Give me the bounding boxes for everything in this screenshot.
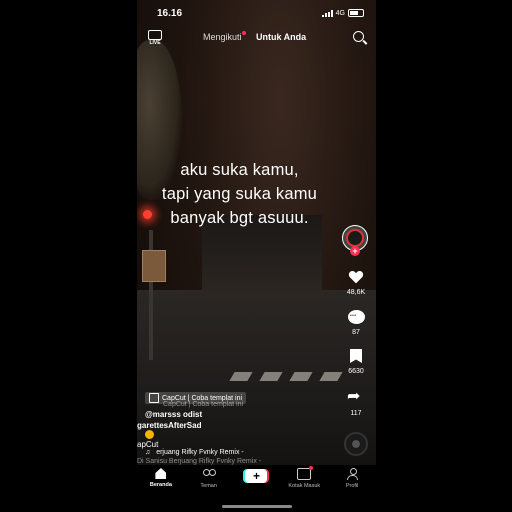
network-label: 4G <box>335 9 345 17</box>
friends-icon <box>202 468 216 480</box>
nav-home[interactable]: Beranda <box>139 468 183 488</box>
inbox-notification-dot <box>309 466 314 470</box>
search-icon[interactable] <box>353 31 364 42</box>
music-ticker[interactable]: ♫ erjuang Rifky Fvnky Remix - <box>145 449 244 456</box>
caption-line: aku suka kamu, <box>180 161 299 179</box>
post-description: garettesAfterSad <box>137 421 202 430</box>
heart-icon[interactable] <box>348 270 364 284</box>
follow-button[interactable]: + <box>350 246 360 256</box>
notification-dot <box>241 31 246 35</box>
nav-profile[interactable]: Profil <box>330 468 374 489</box>
street-sign <box>142 250 166 282</box>
live-label: LIVE <box>149 40 161 46</box>
nav-inbox[interactable]: Kotak Masuk <box>282 466 326 489</box>
top-nav: LIVE Mengikuti Untuk Anda <box>137 30 376 46</box>
music-disc-icon[interactable] <box>344 432 368 456</box>
comment-icon[interactable] <box>348 310 365 324</box>
emoji-icon <box>145 430 154 439</box>
tab-following[interactable]: Mengikuti <box>203 31 246 42</box>
live-button[interactable]: LIVE <box>147 30 163 46</box>
tab-following-label: Mengikuti <box>203 32 242 42</box>
capcut-ghost-text: CapCut | Coba templat ini <box>163 401 244 408</box>
post-description-tag: apCut <box>137 440 159 449</box>
share-icon[interactable]: ➦ <box>347 389 360 405</box>
creator-username[interactable]: @marsss odist <box>145 410 202 419</box>
signal-icon <box>321 9 333 17</box>
nav-profile-label: Profil <box>345 483 359 489</box>
music-ghost-text: Di Sanisu Berjuang Rifky Fvnky Remix - <box>137 458 262 465</box>
nav-friends-label: Teman <box>200 483 217 489</box>
status-indicators: 4G <box>321 9 364 17</box>
video-background-ground <box>137 290 376 465</box>
nav-inbox-label: Kotak Masuk <box>288 483 321 489</box>
tab-for-you[interactable]: Untuk Anda <box>256 32 306 42</box>
share-count: 117 <box>350 410 362 417</box>
music-note-icon: ♫ <box>145 449 151 456</box>
music-title: erjuang Rifky Fvnky Remix - <box>156 449 244 456</box>
nav-friends[interactable]: Teman <box>187 468 231 489</box>
like-count: 48,6K <box>346 289 366 296</box>
battery-icon <box>348 9 364 17</box>
comment-count: 87 <box>352 329 360 336</box>
inbox-icon <box>297 466 314 480</box>
caption-line: banyak bgt asuuu. <box>170 209 309 227</box>
video-feed[interactable]: 16.16 4G LIVE Mengikuti Untuk Anda aku s… <box>137 0 376 512</box>
profile-icon <box>346 468 358 480</box>
home-icon <box>155 468 167 479</box>
home-indicator <box>222 505 292 508</box>
video-caption: aku suka kamu, tapi yang suka kamu banya… <box>137 158 342 230</box>
nav-create[interactable]: + <box>234 468 278 483</box>
bookmark-count: 6630 <box>348 368 364 375</box>
status-time: 16.16 <box>157 8 183 19</box>
create-plus-icon: + <box>245 469 268 483</box>
nav-home-label: Beranda <box>149 482 172 488</box>
caption-line: tapi yang suka kamu <box>161 185 318 203</box>
tv-icon <box>148 30 162 40</box>
capcut-icon <box>149 393 159 403</box>
